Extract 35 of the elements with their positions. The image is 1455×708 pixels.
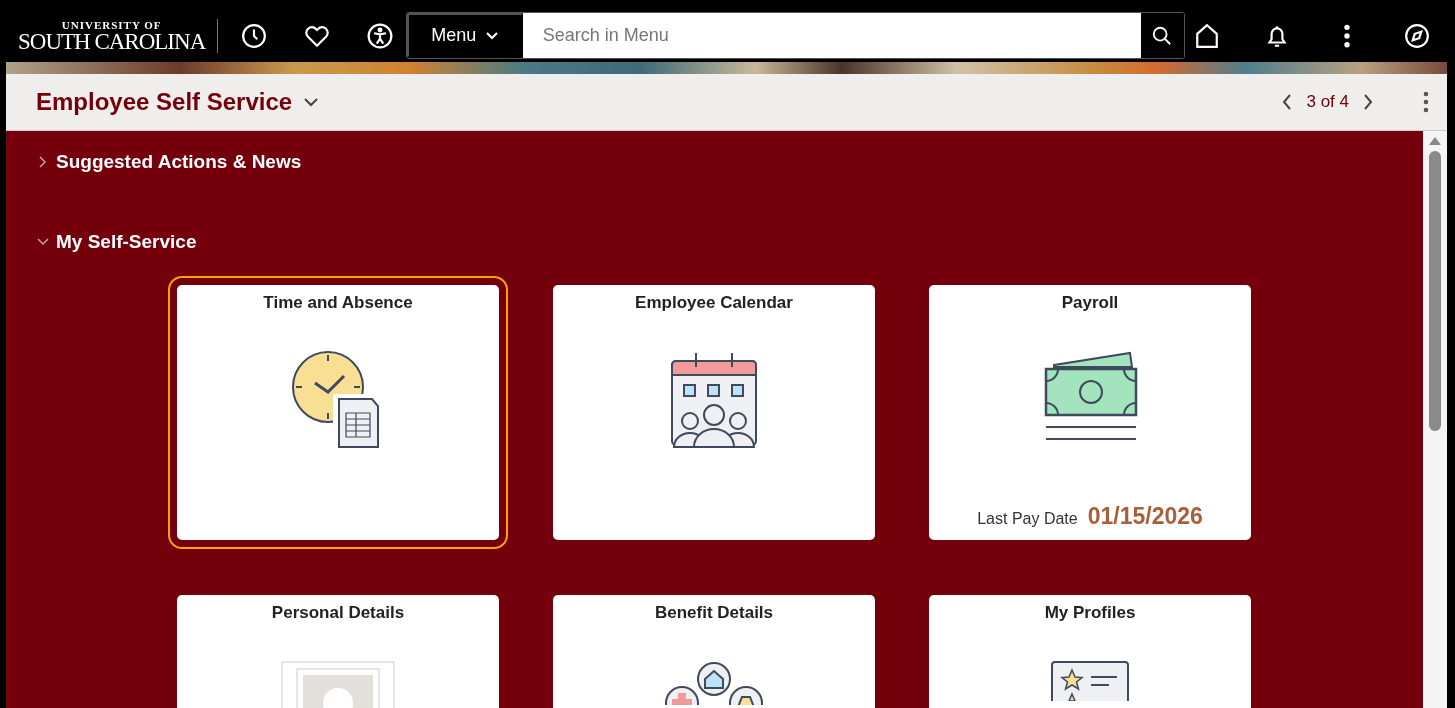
tile-card[interactable]: Payroll Last Pay Date 01/15/2026	[929, 285, 1251, 540]
profile-card-icon	[1051, 661, 1129, 701]
scrollbar[interactable]	[1423, 131, 1447, 708]
tile-card[interactable]: Benefit Details	[553, 595, 875, 708]
tile-title: Time and Absence	[263, 293, 413, 313]
detail-label: Last Pay Date	[977, 510, 1078, 528]
scroll-up-icon[interactable]	[1429, 137, 1441, 145]
tile-card[interactable]: Employee Calendar	[553, 285, 875, 540]
cash-icon	[1042, 351, 1138, 443]
scrollbar-thumb[interactable]	[1429, 151, 1441, 431]
home-icon[interactable]	[1194, 22, 1220, 49]
detail-value: 01/15/2026	[1087, 503, 1203, 530]
tile-title: Employee Calendar	[635, 293, 793, 313]
benefits-icon	[664, 661, 764, 705]
calendar-people-icon	[670, 351, 758, 449]
clock-icon[interactable]	[240, 22, 267, 49]
section-heading[interactable]: My Self-Service	[56, 231, 197, 253]
previous-icon[interactable]	[1282, 94, 1293, 110]
tile-title: Personal Details	[271, 603, 405, 623]
tile-title: My Profiles	[1044, 603, 1136, 623]
chevron-down-icon[interactable]	[304, 97, 319, 107]
tile-card[interactable]: Personal Details	[177, 595, 499, 708]
more-vertical-icon[interactable]	[1423, 91, 1429, 113]
accessibility-icon[interactable]	[367, 22, 394, 49]
tile-title: Payroll	[1061, 293, 1119, 313]
compass-icon[interactable]	[1404, 22, 1430, 49]
tile-title: Benefit Details	[654, 603, 774, 623]
page-counter: 3 of 4	[1306, 92, 1349, 112]
tile-card[interactable]: Time and Absence	[177, 285, 499, 540]
next-icon[interactable]	[1363, 94, 1373, 110]
university-logo[interactable]: UNIVERSITY OF SOUTH CAROLINA	[6, 18, 219, 53]
tile-card[interactable]: My Profiles	[929, 595, 1251, 708]
photo-frame-icon	[281, 661, 395, 708]
page-title: Employee Self Service	[36, 88, 293, 116]
section-heading[interactable]: Suggested Actions & News	[56, 151, 302, 173]
